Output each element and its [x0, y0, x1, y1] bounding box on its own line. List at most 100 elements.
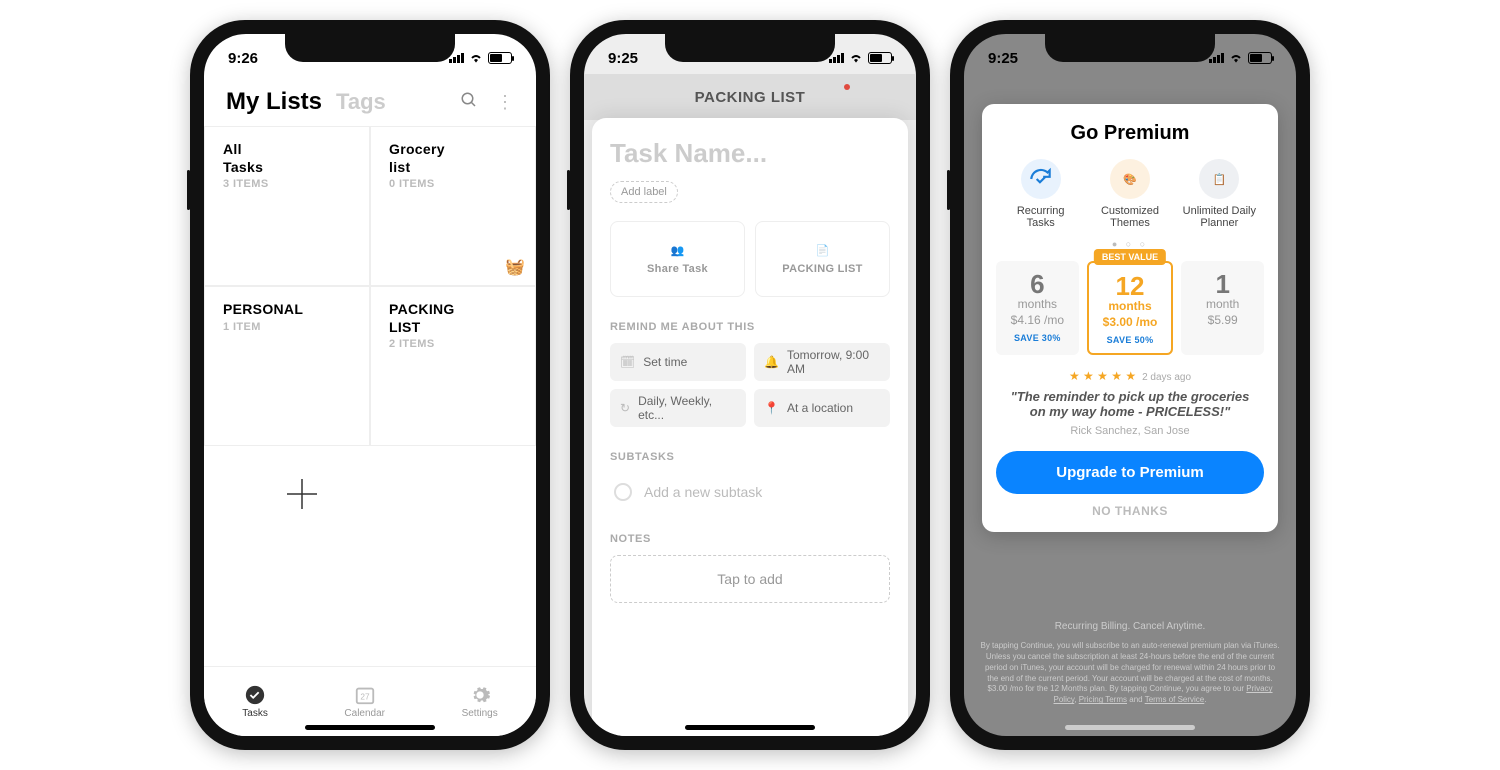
remind-header: REMIND ME ABOUT THIS [610, 321, 890, 333]
notch [665, 34, 835, 62]
task-name-input[interactable]: Task Name... [610, 138, 890, 169]
footer-body: By tapping Continue, you will subscribe … [981, 641, 1280, 682]
subtask-placeholder: Add a new subtask [644, 484, 762, 500]
plan-1-month[interactable]: 1 month $5.99 [1181, 261, 1264, 355]
background-header: PACKING LIST [584, 74, 916, 120]
phone-premium: 9:25 Go Premium Recurring Tasks 🎨 Custom… [950, 20, 1310, 750]
feature-label: Customized Themes [1101, 205, 1159, 229]
check-circle-icon [244, 684, 266, 706]
plan-save: SAVE 50% [1095, 335, 1166, 345]
carousel-dots[interactable]: ● ○ ○ [996, 239, 1264, 249]
notification-dot-icon [844, 84, 850, 90]
home-indicator[interactable] [1065, 725, 1195, 730]
pill-label: Set time [643, 355, 687, 369]
list-count: 2 ITEMS [389, 338, 517, 350]
list-packing[interactable]: PACKING LIST 2 ITEMS [370, 286, 536, 446]
list-grocery[interactable]: Grocery list 0 ITEMS 🧺 [370, 126, 536, 286]
premium-title: Go Premium [996, 122, 1264, 145]
list-personal[interactable]: PERSONAL 1 ITEM [204, 286, 370, 446]
notch [1045, 34, 1215, 62]
tos-link[interactable]: Terms of Service [1145, 695, 1205, 704]
wifi-icon [468, 52, 484, 64]
plan-save: SAVE 30% [1002, 333, 1073, 343]
share-task-button[interactable]: 👥 Share Task [610, 221, 745, 297]
list-count: 3 ITEMS [223, 178, 351, 190]
share-label: Share Task [647, 263, 708, 275]
subtasks-header: SUBTASKS [610, 451, 890, 463]
pill-label: Daily, Weekly, etc... [638, 394, 736, 422]
review-quote: "The reminder to pick up the groceries o… [996, 389, 1264, 419]
phone-task-editor: 9:25 PACKING LIST Task Name... Add label… [570, 20, 930, 750]
wifi-icon [848, 52, 864, 64]
plan-number: 12 [1095, 273, 1166, 299]
upgrade-button[interactable]: Upgrade to Premium [996, 451, 1264, 494]
set-time-button[interactable]: 🗓 Set time [610, 343, 746, 381]
tab-tags[interactable]: Tags [336, 89, 386, 115]
review-stars: ★ ★ ★ ★ ★2 days ago [996, 369, 1264, 383]
plan-12-months[interactable]: BEST VALUE 12 months $3.00 /mo SAVE 50% [1087, 261, 1174, 355]
tomorrow-button[interactable]: 🔔 Tomorrow, 9:00 AM [754, 343, 890, 381]
calendar-icon: 🗓 [620, 355, 635, 369]
battery-icon [868, 52, 892, 64]
pricing-link[interactable]: Pricing Terms [1079, 695, 1127, 704]
home-indicator[interactable] [305, 725, 435, 730]
tab-label: Tasks [242, 708, 268, 719]
list-count: 1 ITEM [223, 321, 351, 333]
sun-icon: 🔔 [764, 355, 779, 369]
list-name: All Tasks [223, 141, 351, 176]
status-time: 9:26 [228, 50, 258, 67]
legal-footer: Recurring Billing. Cancel Anytime. By ta… [980, 620, 1280, 706]
plan-price: $5.99 [1187, 313, 1258, 327]
plan-number: 1 [1187, 271, 1258, 297]
lists-grid: All Tasks 3 ITEMS Grocery list 0 ITEMS 🧺… [204, 126, 536, 666]
review-author: Rick Sanchez, San Jose [996, 425, 1264, 437]
list-all-tasks[interactable]: All Tasks 3 ITEMS [204, 126, 370, 286]
list-count: 0 ITEMS [389, 178, 517, 190]
list-selector-button[interactable]: 📄 PACKING LIST [755, 221, 890, 297]
home-indicator[interactable] [685, 725, 815, 730]
notch [285, 34, 455, 62]
pill-label: Tomorrow, 9:00 AM [787, 348, 880, 376]
status-time: 9:25 [608, 50, 638, 67]
list-name: PACKING LIST [389, 301, 517, 336]
plan-number: 6 [1002, 271, 1073, 297]
plan-unit: months [1095, 299, 1166, 313]
share-icon: 👥 [671, 244, 685, 257]
tab-settings[interactable]: Settings [462, 684, 498, 719]
repeat-icon: ↻ [620, 401, 630, 415]
more-icon[interactable]: ⋮ [496, 92, 514, 113]
review-time: 2 days ago [1142, 372, 1191, 383]
pin-icon: 📍 [764, 401, 779, 415]
add-label-chip[interactable]: Add label [610, 181, 678, 203]
tab-mylists[interactable]: My Lists [226, 88, 322, 116]
location-button[interactable]: 📍 At a location [754, 389, 890, 427]
status-time: 9:25 [988, 50, 1018, 67]
add-subtask-input[interactable]: Add a new subtask [610, 473, 890, 511]
repeat-button[interactable]: ↻ Daily, Weekly, etc... [610, 389, 746, 427]
tab-tasks[interactable]: Tasks [242, 684, 268, 719]
tab-calendar[interactable]: 27 Calendar [344, 684, 385, 719]
search-icon[interactable] [460, 91, 478, 114]
plan-price: $4.16 /mo [1002, 313, 1073, 327]
list-name: PERSONAL [223, 301, 351, 319]
feature-themes: 🎨 Customized Themes [1085, 159, 1174, 229]
gear-icon [469, 684, 491, 706]
feature-label: Recurring Tasks [1017, 205, 1065, 229]
pill-label: At a location [787, 401, 853, 415]
background-title: PACKING LIST [695, 89, 806, 106]
notes-placeholder: Tap to add [717, 571, 782, 587]
task-sheet: Task Name... Add label 👥 Share Task 📄 PA… [592, 118, 908, 736]
svg-text:27: 27 [360, 693, 370, 702]
notes-input[interactable]: Tap to add [610, 555, 890, 603]
add-list-button[interactable] [204, 446, 536, 666]
wifi-icon [1228, 52, 1244, 64]
list-label: PACKING LIST [782, 263, 862, 275]
footer-price-line: $3.00 /mo for the 12 Months plan. By tap… [987, 684, 1246, 693]
list-icon: 📄 [816, 244, 830, 257]
feature-recurring: Recurring Tasks [996, 159, 1085, 229]
themes-icon: 🎨 [1110, 159, 1150, 199]
battery-icon [1248, 52, 1272, 64]
no-thanks-button[interactable]: NO THANKS [996, 504, 1264, 518]
tab-label: Settings [462, 708, 498, 719]
plan-6-months[interactable]: 6 months $4.16 /mo SAVE 30% [996, 261, 1079, 355]
